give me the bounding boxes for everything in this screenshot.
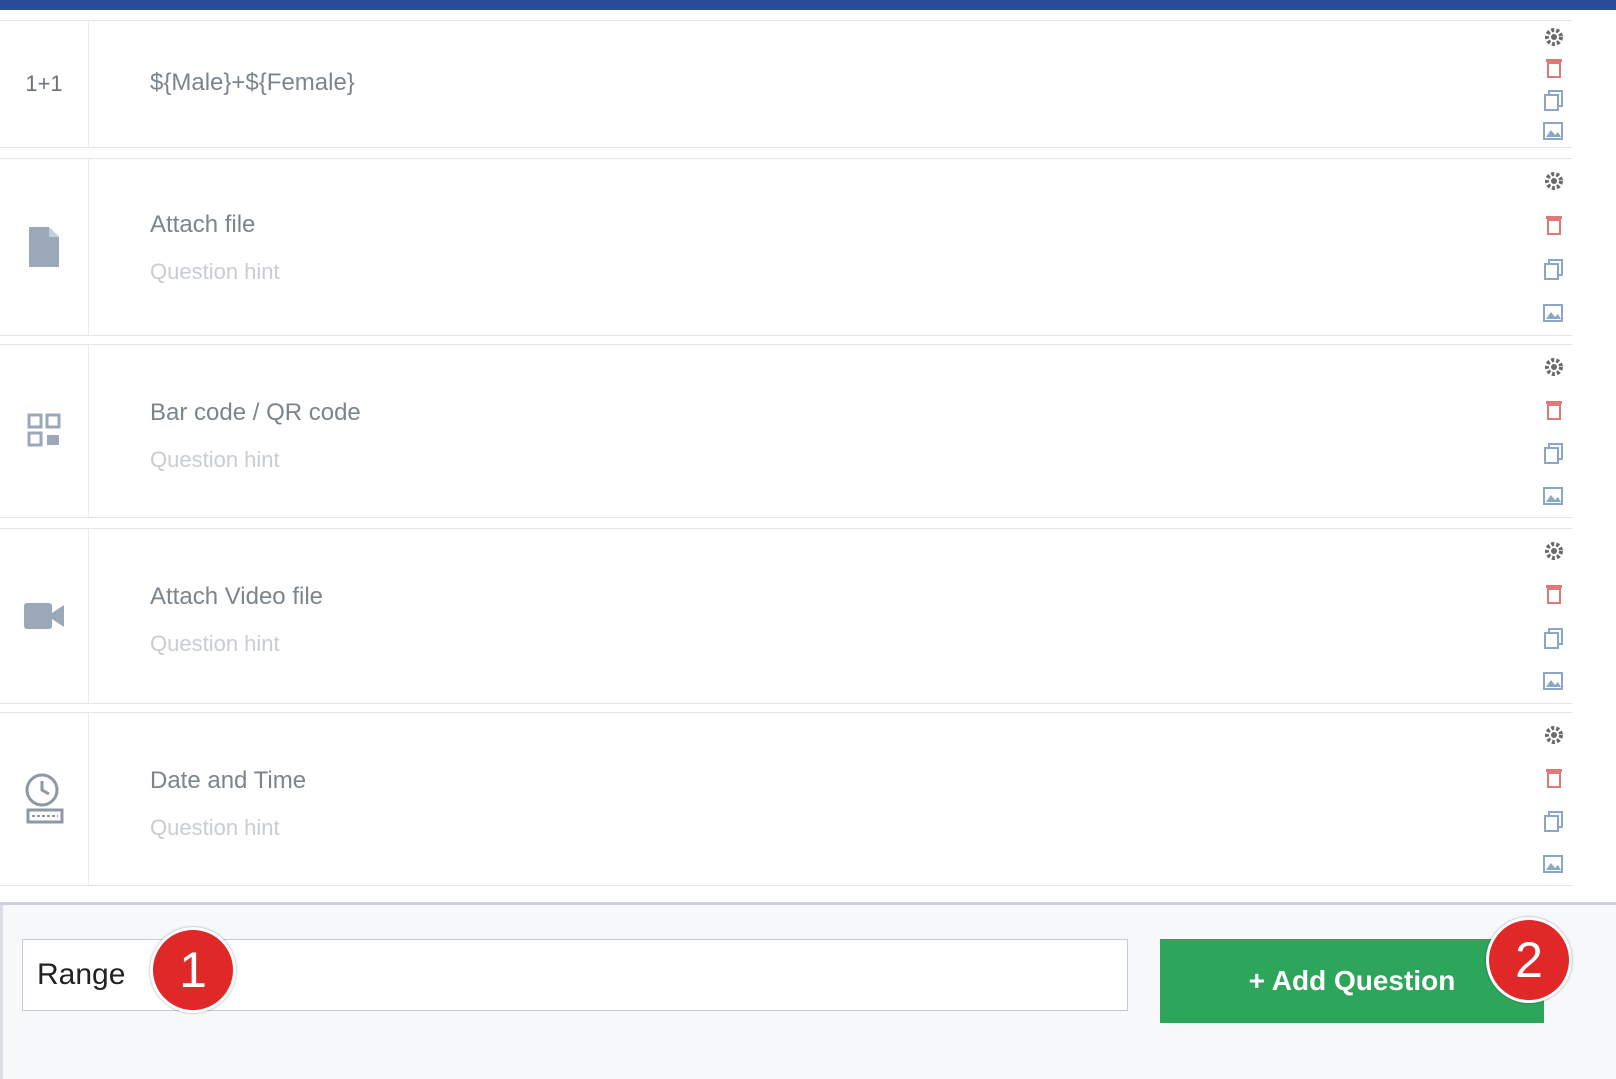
file-icon — [0, 159, 89, 335]
add-question-bar: + Add Question 1 2 — [0, 902, 1616, 1079]
question-title[interactable]: Attach file — [150, 211, 280, 239]
question-hint[interactable]: Question hint — [150, 447, 361, 473]
question-row[interactable]: Bar code / QR code Question hint — [0, 344, 1572, 518]
question-hint[interactable]: Question hint — [150, 259, 280, 285]
row-actions — [1538, 159, 1570, 335]
question-title[interactable]: Date and Time — [150, 767, 306, 795]
row-actions — [1538, 713, 1570, 885]
add-image-icon[interactable] — [1542, 669, 1566, 693]
delete-icon[interactable] — [1542, 582, 1566, 606]
duplicate-icon[interactable] — [1542, 88, 1566, 112]
settings-icon[interactable] — [1542, 723, 1566, 747]
add-image-icon[interactable] — [1542, 852, 1566, 876]
add-question-label: + Add Question — [1248, 965, 1456, 996]
callout-badge-1: 1 — [150, 927, 236, 1013]
delete-icon[interactable] — [1542, 56, 1566, 80]
duplicate-icon[interactable] — [1542, 809, 1566, 833]
question-hint[interactable]: Question hint — [150, 631, 323, 657]
row-actions — [1538, 529, 1570, 703]
duplicate-icon[interactable] — [1542, 257, 1566, 281]
delete-icon[interactable] — [1542, 398, 1566, 422]
delete-icon[interactable] — [1542, 766, 1566, 790]
question-title[interactable]: Bar code / QR code — [150, 399, 361, 427]
question-row[interactable]: 1+1 ${Male}+${Female} — [0, 20, 1572, 148]
add-image-icon[interactable] — [1542, 301, 1566, 325]
divider — [0, 905, 3, 1079]
question-title[interactable]: ${Male}+${Female} — [150, 69, 355, 97]
question-row[interactable]: Date and Time Question hint — [0, 712, 1572, 886]
settings-icon[interactable] — [1542, 169, 1566, 193]
qr-code-icon — [0, 345, 89, 517]
question-title[interactable]: Attach Video file — [150, 583, 323, 611]
add-image-icon[interactable] — [1542, 484, 1566, 508]
duplicate-icon[interactable] — [1542, 441, 1566, 465]
question-hint[interactable]: Question hint — [150, 815, 306, 841]
add-image-icon[interactable] — [1542, 119, 1566, 143]
settings-icon[interactable] — [1542, 25, 1566, 49]
settings-icon[interactable] — [1542, 355, 1566, 379]
calculation-icon: 1+1 — [0, 21, 89, 147]
row-actions — [1538, 21, 1570, 147]
question-row[interactable]: Attach Video file Question hint — [0, 528, 1572, 704]
top-bar — [0, 0, 1616, 10]
settings-icon[interactable] — [1542, 539, 1566, 563]
video-icon — [0, 529, 89, 703]
datetime-icon — [0, 713, 89, 885]
row-actions — [1538, 345, 1570, 517]
duplicate-icon[interactable] — [1542, 626, 1566, 650]
question-row[interactable]: Attach file Question hint — [0, 158, 1572, 336]
callout-badge-2: 2 — [1486, 917, 1572, 1003]
delete-icon[interactable] — [1542, 213, 1566, 237]
